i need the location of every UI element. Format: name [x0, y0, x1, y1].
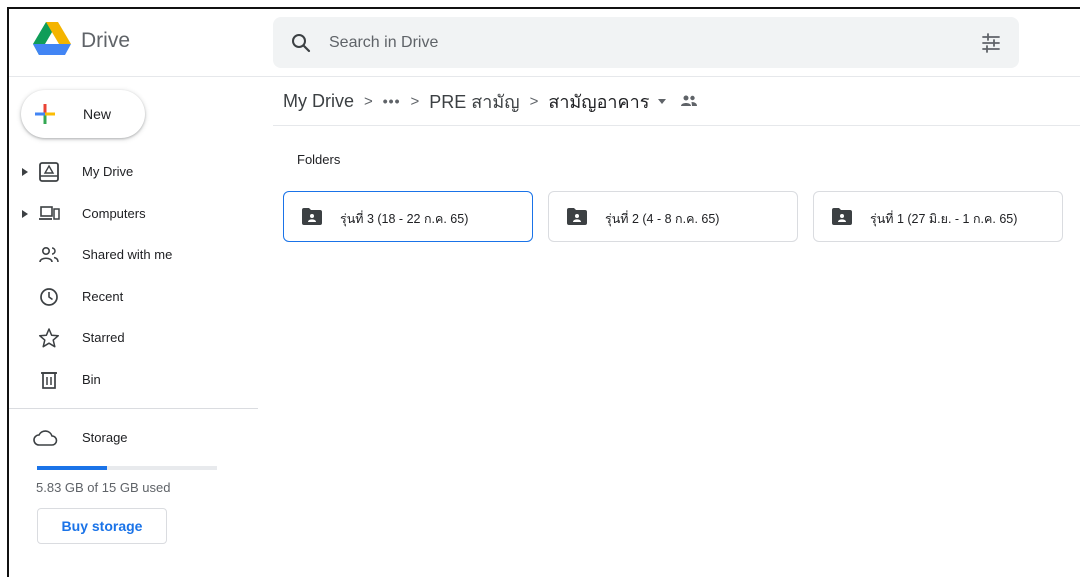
sidebar-item-label: Bin: [82, 371, 101, 387]
app-name: Drive: [81, 29, 131, 52]
breadcrumb-root[interactable]: My Drive: [283, 91, 354, 112]
sidebar-item-label: My Drive: [82, 164, 134, 179]
breadcrumb-more[interactable]: •••: [383, 93, 401, 109]
folder-card[interactable]: รุ่นที่ 2 (4 - 8 ก.ค. 65): [548, 191, 798, 242]
new-button[interactable]: New: [21, 90, 145, 138]
search-options-icon[interactable]: [979, 31, 1003, 55]
breadcrumb-current[interactable]: สามัญอาคาร: [548, 87, 649, 116]
chevron-right-icon: >: [364, 92, 373, 110]
bin-icon: [41, 371, 57, 389]
sidebar-item-label: Recent: [82, 288, 124, 304]
storage-label: Storage: [82, 430, 128, 445]
shared-folder-icon: [832, 208, 852, 225]
shared-folder-icon[interactable]: [679, 91, 699, 111]
folder-name: รุ่นที่ 2 (4 - 8 ก.ค. 65): [605, 212, 720, 226]
breadcrumb-parent[interactable]: PRE สามัญ: [429, 87, 519, 116]
computers-icon: [39, 205, 60, 220]
chevron-right-icon: >: [529, 92, 539, 110]
sidebar-item-label: Shared with me: [82, 247, 173, 262]
chevron-right-icon: >: [410, 92, 420, 110]
chevron-down-icon[interactable]: [657, 96, 667, 106]
expand-caret-icon[interactable]: [21, 209, 29, 219]
storage-usage-text: 5.83 GB of 15 GB used: [36, 480, 171, 495]
top-bar: Drive: [9, 9, 1080, 77]
folder-name: รุ่นที่ 3 (18 - 22 ก.ค. 65): [340, 212, 469, 226]
sidebar-item-computers[interactable]: Computers: [9, 194, 259, 236]
folders-heading: Folders: [297, 152, 341, 167]
sidebar-item-my-drive[interactable]: My Drive: [9, 152, 259, 194]
storage-usage-bar: [37, 466, 217, 470]
search-icon[interactable]: [289, 31, 313, 55]
breadcrumb: My Drive > ••• > PRE สามัญ > สามัญอาคาร: [273, 77, 1080, 126]
plus-icon: [35, 104, 55, 124]
cloud-icon: [33, 430, 58, 446]
shared-folder-icon: [567, 208, 587, 225]
expand-caret-icon[interactable]: [21, 167, 29, 177]
sidebar-nav: My Drive Computers Shared with me Recent…: [9, 152, 259, 401]
drive-logo-icon[interactable]: [33, 22, 71, 56]
sidebar-item-recent[interactable]: Recent: [9, 277, 259, 319]
search-bar[interactable]: [273, 17, 1019, 68]
storage-usage-fill: [37, 466, 108, 470]
drive-window: Drive Search in Drive New My Drive Compu…: [7, 7, 1080, 577]
folder-card[interactable]: รุ่นที่ 1 (27 มิ.ย. - 1 ก.ค. 65): [813, 191, 1063, 242]
folder-name: รุ่นที่ 1 (27 มิ.ย. - 1 ก.ค. 65): [870, 212, 1018, 226]
sidebar-item-label: Starred: [82, 330, 125, 345]
buy-storage-button[interactable]: Buy storage: [37, 508, 167, 544]
sidebar-item-shared-with-me[interactable]: Shared with me: [9, 235, 259, 277]
new-button-label: New: [83, 106, 112, 122]
sidebar-item-bin[interactable]: Bin: [9, 360, 259, 402]
search-input[interactable]: [329, 17, 929, 68]
shared-folder-icon: [302, 208, 322, 225]
sidebar-item-label: Computers: [82, 205, 146, 221]
star-icon: [38, 328, 60, 348]
sidebar-item-starred[interactable]: Starred: [9, 318, 259, 360]
sidebar-divider: [9, 408, 258, 409]
folder-card[interactable]: รุ่นที่ 3 (18 - 22 ก.ค. 65): [283, 191, 533, 242]
my-drive-icon: [39, 162, 59, 182]
clock-icon: [40, 287, 58, 306]
shared-icon: [39, 246, 59, 263]
